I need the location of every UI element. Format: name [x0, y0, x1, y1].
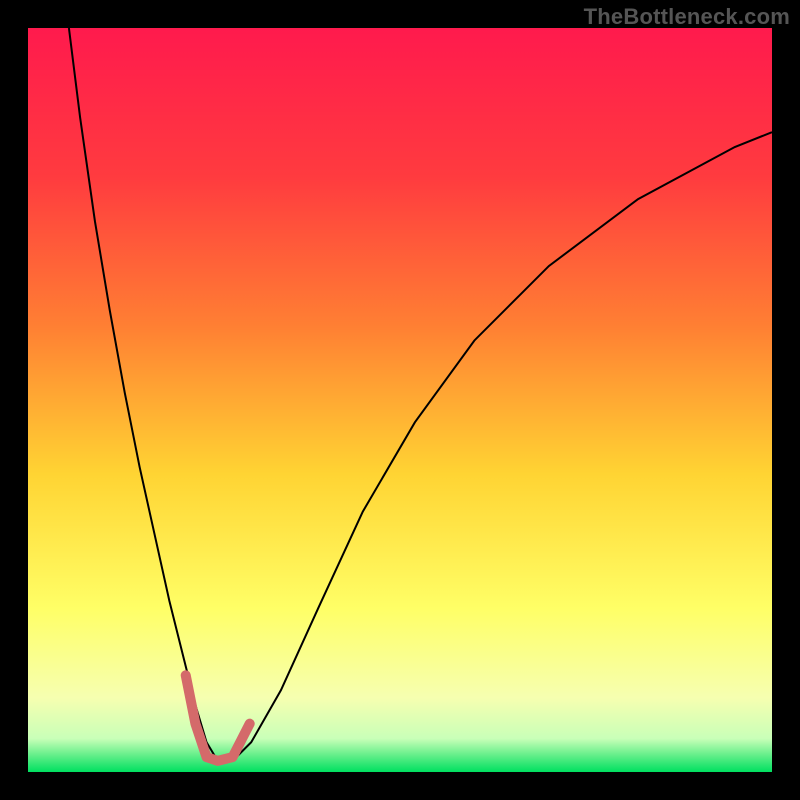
- gradient-background: [28, 28, 772, 772]
- chart-frame: TheBottleneck.com: [0, 0, 800, 800]
- plot-area: [28, 28, 772, 772]
- watermark-text: TheBottleneck.com: [584, 4, 790, 30]
- chart-svg: [28, 28, 772, 772]
